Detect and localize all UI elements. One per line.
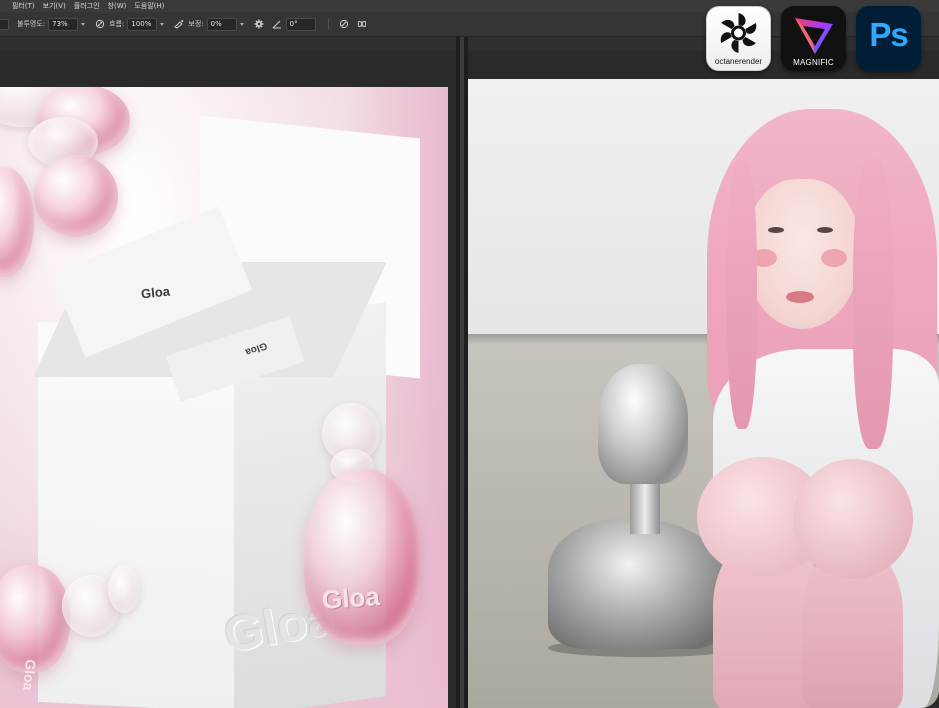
magnific-triangle-icon [795, 18, 833, 54]
eye-right [817, 227, 833, 233]
menu-help[interactable]: 도움말(H) [130, 0, 168, 12]
blush-right [821, 249, 847, 267]
opacity-control: 불투명도: 73% [17, 17, 86, 31]
split-pane-grip[interactable] [460, 37, 464, 708]
flow-dropdown-icon[interactable] [160, 22, 165, 26]
brand-logo-bottle: Gloa [320, 581, 381, 615]
packaging-artwork: Gloa Gloa Gloa Gloa Gloa [0, 87, 448, 708]
pressure-opacity-icon[interactable] [95, 19, 105, 29]
flow-control: 흐름: 100% [109, 17, 165, 31]
photoshop-window: 필터(T) 보기(V) 플러그인 창(W) 도움말(H) 불투명도: 73% 흐… [0, 0, 939, 708]
smoothing-dropdown-icon[interactable] [239, 22, 244, 26]
hair-strand-right [853, 159, 893, 449]
chrome-sculpture-top [598, 364, 688, 484]
smoothing-input[interactable]: 0% [206, 17, 237, 31]
hair-strand-left [727, 159, 757, 429]
pink-perfume-bottle [0, 167, 34, 277]
pink-perfume-bottle [34, 155, 118, 237]
octane-badge: octanerender [706, 6, 771, 71]
brush-preset-picker[interactable] [0, 18, 9, 30]
glass-bubble [108, 565, 140, 613]
octane-logo-icon [720, 13, 757, 53]
octane-label: octanerender [714, 57, 763, 66]
airbrush-icon[interactable] [174, 19, 184, 29]
brand-logo-flap: Gloa [140, 283, 171, 302]
menu-plugins[interactable]: 플러그인 [70, 0, 104, 12]
menu-filter[interactable]: 필터(T) [0, 0, 39, 12]
brand-logo-vertical-glass: Gloa [468, 298, 473, 633]
knee-right [793, 459, 913, 579]
eye-left [768, 227, 784, 233]
flow-label: 흐름: [109, 20, 125, 28]
angle-input[interactable]: 0° [285, 17, 316, 31]
photoshop-badge: Ps [856, 6, 921, 71]
opacity-label: 불투명도: [17, 20, 46, 28]
model-figure [693, 79, 939, 708]
document-workspace: Gloa Gloa Gloa Gloa Gloa Gloa [0, 37, 939, 708]
lips [786, 291, 814, 303]
flow-input[interactable]: 100% [127, 17, 158, 31]
editorial-artwork: Gloa [468, 79, 939, 708]
menu-view[interactable]: 보기(V) [39, 0, 70, 12]
gear-icon[interactable] [254, 19, 264, 29]
smoothing-label: 보정: [188, 20, 204, 28]
document-tab-bar-left[interactable] [0, 37, 456, 52]
symmetry-butterfly-icon[interactable] [357, 19, 367, 29]
brush-angle-control: 0° [268, 17, 316, 31]
opacity-input[interactable]: 73% [48, 17, 79, 31]
document-canvas-right[interactable]: Gloa [468, 51, 939, 708]
pink-perfume-bottle-lying [0, 565, 70, 673]
document-canvas-left[interactable]: Gloa Gloa Gloa Gloa Gloa [0, 51, 456, 708]
pressure-size-icon[interactable] [339, 19, 349, 29]
split-pane-divider[interactable] [456, 37, 468, 708]
magnific-label: MAGNIFIC [793, 58, 834, 67]
brand-logo-bottle-side: Gloa [20, 658, 39, 692]
menu-window[interactable]: 창(W) [104, 0, 131, 12]
pink-perfume-bottle-main [304, 469, 422, 645]
opacity-dropdown-icon[interactable] [81, 22, 86, 26]
software-badges: octanerender MAGNIFIC Ps [706, 6, 921, 71]
magnific-badge: MAGNIFIC [781, 6, 846, 71]
photoshop-logo-icon: Ps [869, 16, 908, 53]
angle-icon [272, 19, 282, 29]
options-separator [327, 18, 329, 30]
smoothing-control: 보정: 0% [188, 17, 244, 31]
